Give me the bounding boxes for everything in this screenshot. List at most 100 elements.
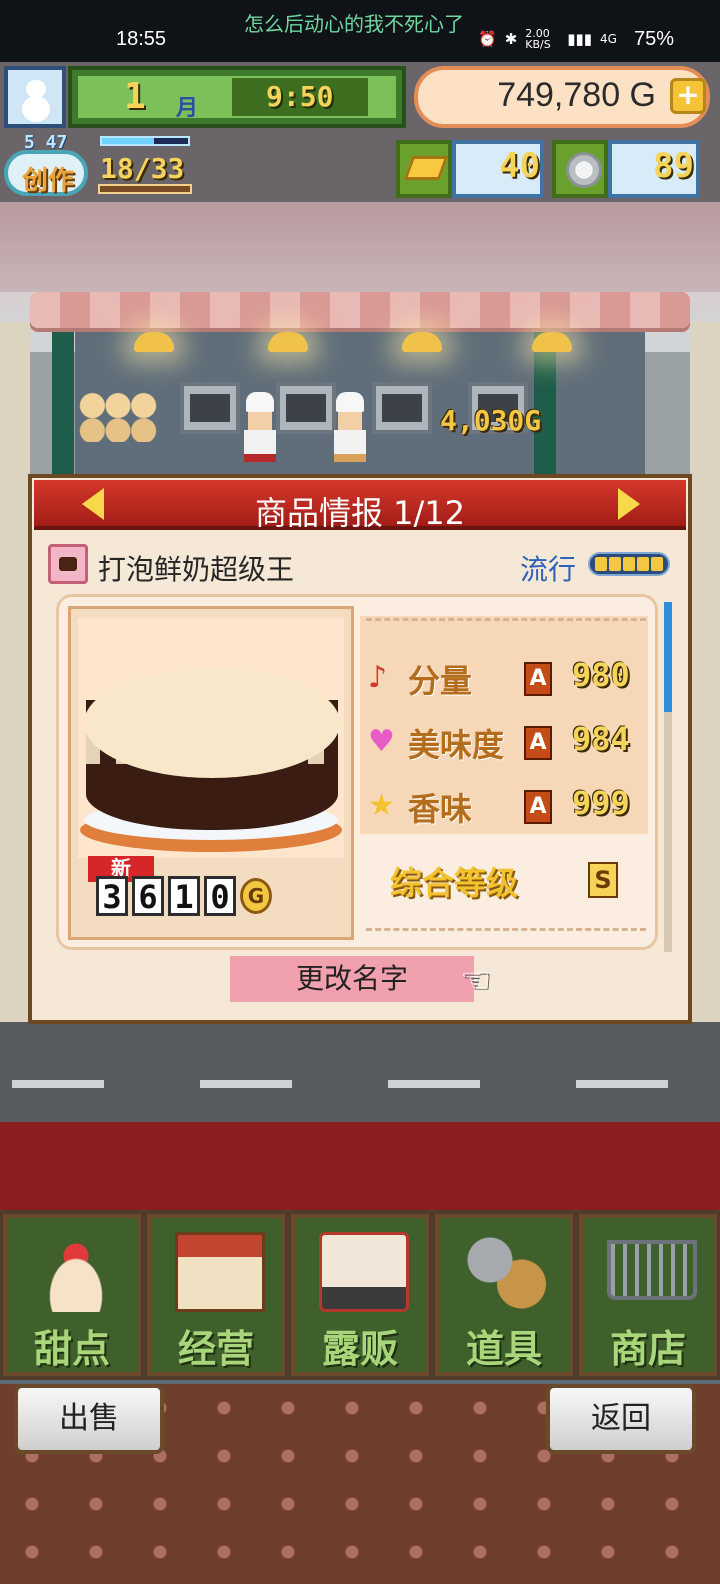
price-digit: 1 <box>168 876 200 916</box>
silver-count: 89 <box>653 146 694 186</box>
trend-pip <box>595 557 607 571</box>
dialog-title: 商品情报 1/12 <box>254 494 466 532</box>
stat-label: 美味度 <box>408 726 505 764</box>
ceiling-lamp <box>402 332 442 352</box>
dialog-header: 商品情报 1/12 <box>34 480 686 532</box>
silver-resource[interactable] <box>552 140 608 198</box>
heart-icon: ♥ <box>368 724 395 759</box>
sell-button[interactable]: 出售 <box>14 1384 164 1454</box>
bluetooth-icon: ✱ <box>504 30 518 48</box>
road-line <box>576 1080 668 1088</box>
music-note-icon: ♪ <box>368 660 388 695</box>
battery-level: 75% <box>634 28 675 50</box>
recipes-count: 18/33 <box>100 152 185 185</box>
main-menu: 甜点 经营 露贩 道具 商店 <box>0 1210 720 1380</box>
game-clock: 9:50 <box>266 80 334 113</box>
food-truck-icon <box>319 1232 409 1312</box>
prev-arrow-icon[interactable] <box>82 488 104 520</box>
trend-pip <box>651 557 663 571</box>
menu-label: 商店 <box>609 1327 686 1371</box>
back-button[interactable]: 返回 <box>546 1384 696 1454</box>
overall-grade-value: S <box>588 862 618 898</box>
gold-bar-icon <box>403 156 449 180</box>
status-bar: 怎么后动心的我不死心了 18:55 ⏰ ✱ 2.00 KB/S ▮▮▮ 4G 7… <box>0 0 720 62</box>
stat-grade: A <box>524 662 552 696</box>
price-display: 3 6 1 0 G <box>96 876 272 916</box>
menu-item-street-stall[interactable]: 露贩 <box>291 1214 429 1376</box>
oven <box>372 382 432 434</box>
scrollbar-thumb[interactable] <box>664 602 672 712</box>
road-line <box>200 1080 292 1088</box>
stat-label: 香味 <box>408 790 473 828</box>
stat-value: 980 <box>572 656 630 694</box>
menu-item-items[interactable]: 道具 <box>435 1214 573 1376</box>
player-avatar[interactable] <box>4 66 66 128</box>
month-unit: 月 <box>176 96 199 121</box>
recipes-progress-bar <box>98 184 192 194</box>
earnings-popup: 4,030G <box>440 404 542 437</box>
menu-label: 露贩 <box>321 1327 398 1371</box>
rename-button[interactable]: 更改名字 <box>230 956 474 1002</box>
ceiling-lamp <box>532 332 572 352</box>
right-wall <box>690 322 720 1022</box>
chef-character[interactable] <box>330 392 370 462</box>
status-time: 18:55 <box>116 28 167 50</box>
product-name: 打泡鲜奶超级王 <box>98 553 295 586</box>
net-speed: 2.00 KB/S <box>525 27 551 51</box>
level-value: 5 47 <box>24 132 68 153</box>
left-wall <box>0 322 30 1022</box>
trend-meter <box>588 552 670 576</box>
stat-grade: A <box>524 790 552 824</box>
stat-row-aroma: ★ 香味 A 999 <box>364 778 654 834</box>
shop-icon <box>175 1232 265 1312</box>
gold-coin-icon: G <box>240 878 272 914</box>
road-line <box>12 1080 104 1088</box>
status-banner-text: 怎么后动心的我不死心了 <box>244 12 464 36</box>
price-digit: 3 <box>96 876 128 916</box>
stat-row-portion: ♪ 分量 A 980 <box>364 650 654 706</box>
product-info-dialog: 商品情报 1/12 打泡鲜奶超级王 流行 新 3 6 1 0 G ♪ 分量 A … <box>28 474 692 1024</box>
cake-icon <box>31 1232 121 1312</box>
stat-value: 999 <box>572 784 630 822</box>
month-value: 1 <box>124 76 146 117</box>
menu-label: 经营 <box>177 1327 254 1371</box>
level-progress-bar <box>100 136 190 146</box>
cake-cream-drip <box>84 724 340 764</box>
stat-grade: A <box>524 726 552 760</box>
menu-item-desserts[interactable]: 甜点 <box>3 1214 141 1376</box>
silver-coin-icon <box>566 152 602 188</box>
network-type: 4G <box>600 32 617 46</box>
trend-label: 流行 <box>520 553 577 586</box>
cake-thumbnail-icon <box>48 544 88 584</box>
trend-pip <box>609 557 621 571</box>
money-value: 749,780 G <box>497 76 656 114</box>
trend-pip <box>623 557 635 571</box>
stat-row-taste: ♥ 美味度 A 984 <box>364 714 654 770</box>
next-arrow-icon[interactable] <box>618 488 640 520</box>
gold-resource[interactable] <box>396 140 452 198</box>
plus-icon[interactable]: + <box>670 78 706 114</box>
signal-icon: ▮▮▮ <box>567 30 593 48</box>
price-digit: 0 <box>204 876 236 916</box>
ceiling-lamp <box>134 332 174 352</box>
oven <box>180 382 240 434</box>
bread-display <box>78 386 158 442</box>
trend-pip <box>637 557 649 571</box>
create-label: 创作 <box>22 166 75 196</box>
shop-awning <box>30 292 690 328</box>
menu-item-management[interactable]: 经营 <box>147 1214 285 1376</box>
alarm-icon: ⏰ <box>478 30 497 48</box>
menu-item-store[interactable]: 商店 <box>579 1214 717 1376</box>
menu-label: 甜点 <box>33 1327 110 1371</box>
chef-character[interactable] <box>240 392 280 462</box>
menu-label: 道具 <box>465 1327 542 1371</box>
ceiling-lamp <box>268 332 308 352</box>
pointing-hand-icon: ☜ <box>460 960 491 1000</box>
oven <box>276 382 336 434</box>
star-icon: ★ <box>368 788 395 823</box>
road-line <box>388 1080 480 1088</box>
item-bag-icon <box>463 1232 553 1312</box>
create-panel[interactable]: 创作 5 47 18/33 <box>4 132 198 202</box>
stat-label: 分量 <box>408 662 473 700</box>
gold-count: 40 <box>499 146 540 186</box>
